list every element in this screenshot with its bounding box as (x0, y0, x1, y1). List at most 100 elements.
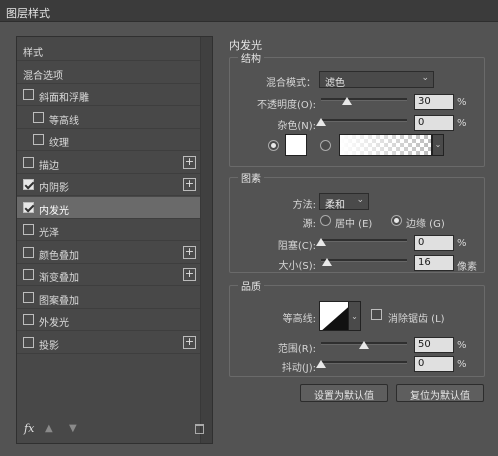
source-center-radio[interactable] (320, 215, 331, 226)
contour-dropdown-icon[interactable]: ⌄ (348, 301, 361, 331)
opacity-slider[interactable] (321, 98, 407, 101)
style-item-checkbox[interactable] (33, 111, 44, 123)
style-item-checkbox[interactable] (23, 179, 34, 190)
size-slider-thumb[interactable] (321, 258, 332, 266)
range-input[interactable]: 50 (414, 337, 454, 353)
blend-mode-dropdown[interactable]: 滤色 ⌄ (319, 71, 434, 89)
source-edge-label: 边缘 (G) (406, 219, 445, 230)
source-label: 源: (302, 219, 316, 230)
style-item-checkbox[interactable] (23, 269, 34, 280)
style-item[interactable]: 内发光 (17, 196, 200, 219)
jitter-label: 抖动(J): (281, 363, 316, 374)
gradient-radio[interactable] (320, 140, 331, 151)
noise-unit: % (457, 118, 467, 129)
gradient-dropdown-icon[interactable]: ⌄ (432, 134, 444, 156)
chevron-down-icon: ⌄ (421, 73, 429, 83)
blend-mode-value: 滤色 (325, 78, 345, 89)
style-item-checkbox[interactable] (33, 134, 44, 145)
style-item-label: 内阴影 (39, 183, 69, 194)
solid-color-radio[interactable] (268, 140, 279, 151)
opacity-label: 不透明度(O): (256, 100, 316, 111)
structure-legend: 结构 (238, 50, 264, 65)
anti-alias-label: 消除锯齿 (L) (388, 314, 445, 325)
glow-color-swatch[interactable] (285, 134, 307, 156)
opacity-input[interactable]: 30 (414, 94, 454, 110)
style-item-checkbox[interactable] (23, 224, 34, 235)
style-item-label: 光泽 (39, 228, 59, 239)
style-item[interactable]: 颜色叠加 + (17, 242, 200, 264)
style-item[interactable]: 描边 + (17, 152, 200, 174)
chevron-down-icon: ⌄ (356, 195, 364, 205)
anti-alias-checkbox[interactable] (371, 309, 382, 320)
style-item-label: 颜色叠加 (39, 250, 79, 262)
noise-slider[interactable] (321, 119, 407, 122)
style-item[interactable]: 内阴影 + (17, 174, 200, 196)
jitter-slider-thumb[interactable] (316, 360, 326, 368)
add-effect-icon[interactable]: + (183, 335, 196, 349)
style-item[interactable]: 外发光 (17, 309, 200, 331)
styles-list-panel: 样式混合选项斜面和浮雕 等高线纹理描边 + 内阴影 + 内发光光泽颜色叠加 + 渐变叠加 + 图案… (16, 36, 213, 444)
source-edge-radio[interactable] (391, 215, 402, 226)
glow-gradient-swatch[interactable] (339, 134, 432, 156)
contour-label: 等高线: (282, 314, 316, 325)
choke-slider-thumb[interactable] (316, 238, 326, 246)
style-item-checkbox[interactable] (23, 201, 34, 213)
style-item[interactable]: 等高线 (17, 107, 200, 129)
jitter-slider[interactable] (321, 361, 407, 364)
noise-slider-thumb[interactable] (316, 118, 326, 126)
style-item-label: 样式 (23, 48, 43, 59)
noise-input[interactable]: 0 (414, 115, 454, 131)
move-down-icon[interactable]: ▼ (69, 423, 77, 434)
style-item[interactable]: 样式 (17, 39, 200, 61)
technique-dropdown[interactable]: 柔和 ⌄ (319, 193, 369, 211)
style-item-checkbox[interactable] (23, 156, 34, 168)
style-item-checkbox[interactable] (23, 291, 34, 303)
trash-icon[interactable] (195, 424, 204, 434)
blend-mode-label: 混合模式： (266, 78, 316, 89)
style-item-label: 外发光 (39, 318, 69, 329)
add-effect-icon[interactable]: + (183, 178, 196, 191)
style-item-checkbox[interactable] (23, 246, 34, 258)
choke-slider[interactable] (321, 239, 407, 242)
style-item[interactable]: 图案叠加 (17, 287, 200, 309)
quality-legend: 品质 (238, 278, 264, 293)
style-item-label: 图案叠加 (39, 295, 79, 307)
range-slider-thumb[interactable] (359, 341, 369, 349)
range-label: 范围(R): (277, 344, 316, 355)
add-effect-icon[interactable]: + (183, 245, 196, 259)
style-item[interactable]: 光泽 (17, 219, 200, 241)
style-item-label: 纹理 (49, 138, 69, 149)
opacity-slider-thumb[interactable] (341, 97, 352, 105)
size-input[interactable]: 16 (414, 255, 454, 271)
jitter-unit: % (457, 359, 467, 370)
style-item[interactable]: 渐变叠加 + (17, 264, 200, 286)
style-item[interactable]: 纹理 (17, 129, 200, 151)
style-item-label: 投影 (39, 340, 59, 352)
choke-input[interactable]: 0 (414, 235, 454, 251)
style-item-label: 混合选项 (23, 70, 63, 82)
move-up-icon[interactable]: ▲ (45, 423, 53, 434)
make-default-button[interactable]: 设置为默认值 (300, 384, 388, 402)
size-unit: 像素 (457, 262, 477, 273)
styles-scrollbar[interactable] (200, 37, 212, 443)
style-item-label: 内发光 (39, 205, 69, 217)
size-slider[interactable] (321, 259, 407, 262)
style-item-checkbox[interactable] (23, 336, 34, 348)
style-item[interactable]: 投影 + (17, 332, 200, 354)
styles-footer: fx ▲ ▼ (17, 417, 204, 443)
dialog-title: 图层样式 (0, 0, 498, 22)
add-effect-icon[interactable]: + (183, 268, 196, 281)
style-item-label: 渐变叠加 (39, 273, 79, 284)
jitter-input[interactable]: 0 (414, 356, 454, 372)
reset-default-button[interactable]: 复位为默认值 (396, 384, 484, 402)
choke-unit: % (457, 238, 467, 249)
style-item[interactable]: 混合选项 (17, 62, 200, 84)
technique-value: 柔和 (325, 200, 345, 211)
fx-icon[interactable]: fx (24, 422, 34, 435)
add-effect-icon[interactable]: + (183, 155, 196, 169)
style-item-checkbox[interactable] (23, 314, 34, 325)
style-item-checkbox[interactable] (23, 89, 34, 100)
choke-label: 阻塞(C): (277, 241, 316, 252)
style-item[interactable]: 斜面和浮雕 (17, 84, 200, 106)
technique-label: 方法: (292, 200, 316, 211)
